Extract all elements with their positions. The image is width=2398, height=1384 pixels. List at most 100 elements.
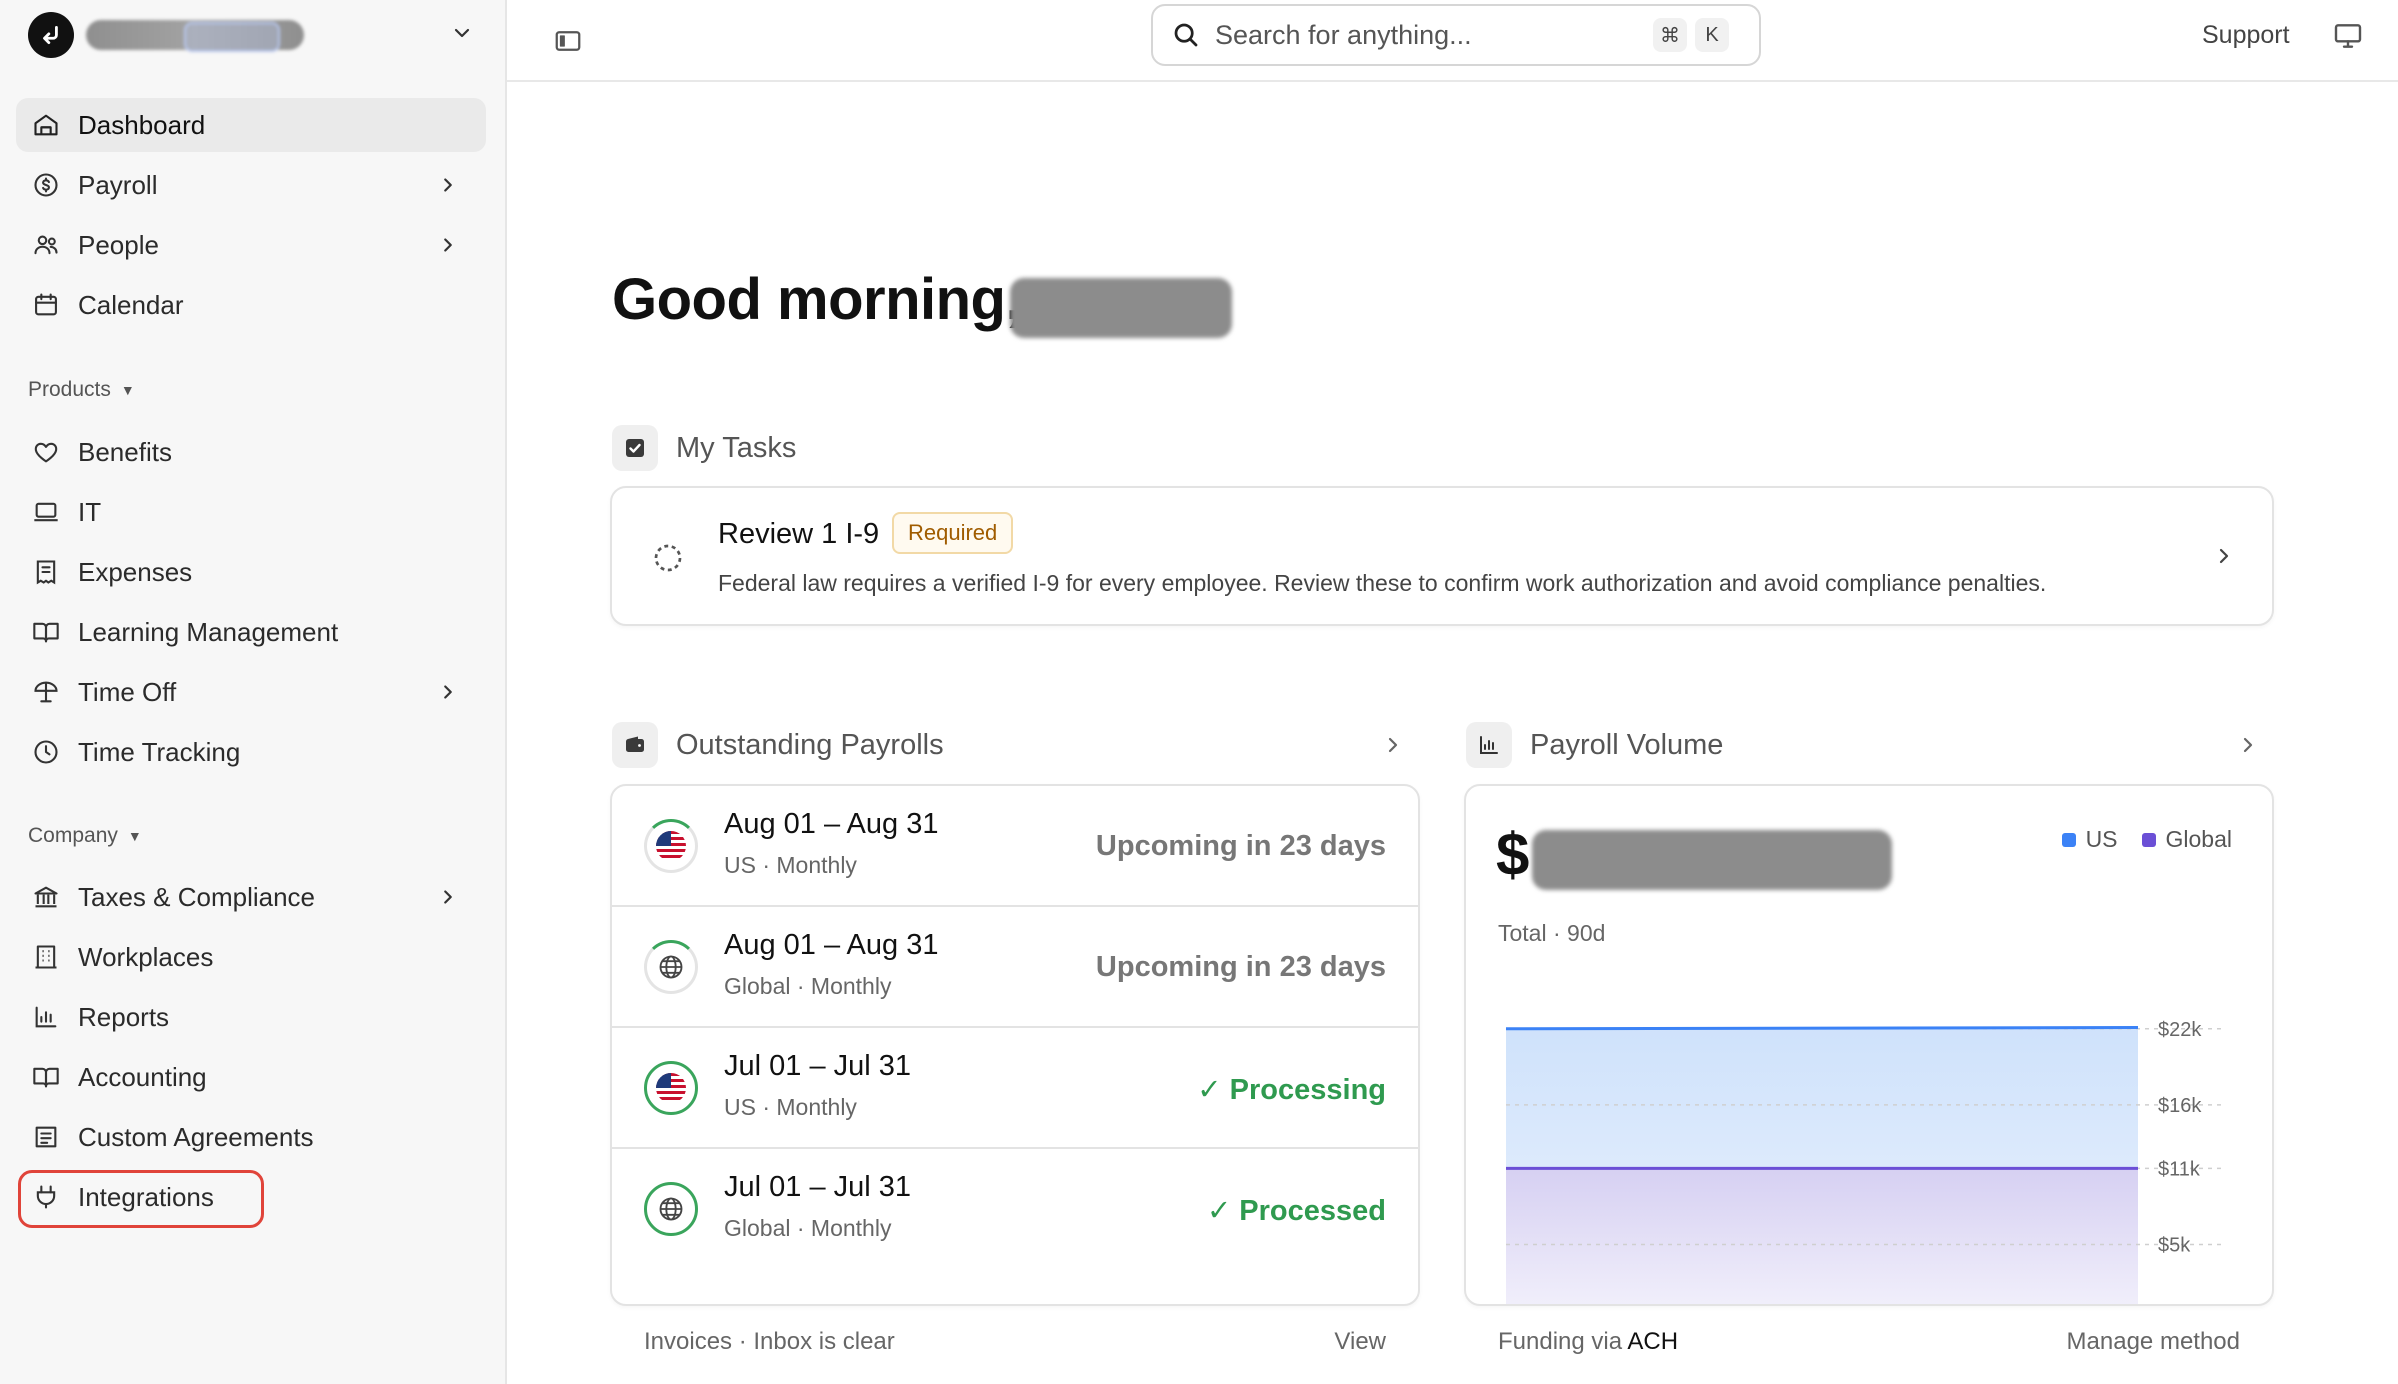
sidebar-item-time-off[interactable]: Time Off <box>16 665 486 719</box>
sidebar-item-taxes-compliance[interactable]: Taxes & Compliance <box>16 870 486 924</box>
checkbox-icon <box>612 425 658 471</box>
sidebar-item-time-tracking[interactable]: Time Tracking <box>16 725 486 779</box>
chevron-right-icon <box>434 678 462 706</box>
company-section-toggle[interactable]: Company ▼ <box>28 824 142 848</box>
org-logo <box>28 12 74 58</box>
receipt-icon <box>30 556 62 588</box>
payroll-row[interactable]: Aug 01 – Aug 31 Global · Monthly Upcomin… <box>612 907 1418 1028</box>
wallet-icon <box>612 722 658 768</box>
chevron-right-icon <box>434 883 462 911</box>
funding-method: Funding via ACH <box>1498 1328 1678 1356</box>
sidebar-item-label: Time Off <box>78 676 177 707</box>
sidebar-item-integrations[interactable]: Integrations <box>16 1170 486 1224</box>
legend-label: US <box>2085 826 2118 852</box>
payroll-period: Jul 01 – Jul 31 <box>724 1050 912 1082</box>
sidebar-item-reports[interactable]: Reports <box>16 990 486 1044</box>
sidebar-item-learning-management[interactable]: Learning Management <box>16 605 486 659</box>
sidebar-item-calendar[interactable]: Calendar <box>16 278 486 332</box>
chart-y-tick-label: $22k <box>2158 1019 2202 1041</box>
chart-area-global <box>1506 1168 2138 1304</box>
sidebar-item-accounting[interactable]: Accounting <box>16 1050 486 1104</box>
sidebar-item-label: Accounting <box>78 1061 207 1092</box>
payroll-status: ✓ Processing <box>1197 1074 1386 1106</box>
building-icon <box>30 941 62 973</box>
org-switcher[interactable] <box>28 12 478 58</box>
chevron-right-icon[interactable] <box>2234 731 2262 759</box>
caret-down-icon: ▼ <box>127 828 142 844</box>
caret-down-icon: ▼ <box>120 382 135 398</box>
payroll-status: ✓ Processed <box>1206 1195 1386 1227</box>
payroll-status: Upcoming in 23 days <box>1095 830 1386 862</box>
payroll-volume-header[interactable]: Payroll Volume <box>1466 722 1723 768</box>
page-title: Good morning, <box>612 267 1022 332</box>
sidebar-item-label: Dashboard <box>78 109 206 140</box>
sidebar-item-label: Expenses <box>78 556 193 587</box>
volume-currency: $ <box>1496 821 1530 888</box>
globe-icon <box>644 940 698 994</box>
globe-icon <box>644 1182 698 1236</box>
chevron-right-icon <box>434 231 462 259</box>
sidebar-toggle-button[interactable] <box>547 20 589 62</box>
user-name-redacted <box>1010 278 1232 338</box>
payroll-status: Upcoming in 23 days <box>1095 951 1386 983</box>
bar-chart-icon <box>1466 722 1512 768</box>
products-section-toggle[interactable]: Products ▼ <box>28 378 135 402</box>
sidebar-item-label: Reports <box>78 1001 170 1032</box>
chevron-right-icon <box>2210 542 2238 570</box>
sidebar-item-label: People <box>78 229 159 260</box>
task-description: Federal law requires a verified I-9 for … <box>718 570 2047 596</box>
section-label: Company <box>28 824 118 847</box>
legend-swatch <box>2061 832 2076 847</box>
calendar-icon <box>30 289 62 321</box>
manage-method-link[interactable]: Manage method <box>2040 1328 2240 1356</box>
sidebar-item-benefits[interactable]: Benefits <box>16 425 486 479</box>
payroll-row[interactable]: Jul 01 – Jul 31 US · Monthly ✓ Processin… <box>612 1028 1418 1149</box>
us-flag-icon <box>644 1061 698 1115</box>
payroll-volume-card: $ Total · 90d US Global $22k $16k $11k $5k <box>1464 784 2274 1306</box>
my-tasks-header: My Tasks <box>612 425 796 471</box>
umbrella-icon <box>30 676 62 708</box>
task-card[interactable]: Review 1 I-9 Required Federal law requir… <box>610 486 2274 626</box>
sidebar-item-custom-agreements[interactable]: Custom Agreements <box>16 1110 486 1164</box>
chart-y-tick-label: $11k <box>2158 1158 2201 1180</box>
sidebar-item-label: Integrations <box>78 1181 214 1212</box>
outstanding-payrolls-header[interactable]: Outstanding Payrolls <box>612 722 944 768</box>
bank-icon <box>30 881 62 913</box>
sidebar-item-people[interactable]: People <box>16 218 486 272</box>
view-invoices-link[interactable]: View <box>1320 1328 1386 1356</box>
search-bar[interactable]: ⌘ K <box>1151 4 1761 66</box>
top-bar: ⌘ K Support <box>507 0 2398 82</box>
section-title: Payroll Volume <box>1530 728 1724 761</box>
payroll-type: US · Monthly <box>724 1094 857 1120</box>
dashboard-icon <box>30 109 62 141</box>
sidebar-item-it[interactable]: IT <box>16 485 486 539</box>
sidebar-item-label: Calendar <box>78 289 184 320</box>
dollar-circle-icon <box>30 169 62 201</box>
bar-chart-icon <box>30 1001 62 1033</box>
sidebar-item-dashboard[interactable]: Dashboard <box>16 98 486 152</box>
sidebar-item-label: Custom Agreements <box>78 1121 314 1152</box>
org-name-redacted <box>86 20 304 52</box>
task-title: Review 1 I-9 <box>718 518 880 550</box>
monitor-icon[interactable] <box>2332 20 2368 56</box>
sidebar-item-label: Payroll <box>78 169 158 200</box>
sidebar-item-workplaces[interactable]: Workplaces <box>16 930 486 984</box>
search-input[interactable] <box>1215 19 1645 51</box>
sidebar-item-expenses[interactable]: Expenses <box>16 545 486 599</box>
payroll-row[interactable]: Aug 01 – Aug 31 US · Monthly Upcoming in… <box>612 786 1418 907</box>
volume-amount-redacted <box>1532 830 1892 890</box>
legend-item-global: Global <box>2141 826 2232 853</box>
support-link[interactable]: Support <box>2202 21 2290 50</box>
us-flag-icon <box>644 819 698 873</box>
chart-line-us <box>1505 1026 2139 1031</box>
payroll-type: US · Monthly <box>724 852 857 878</box>
chevron-down-icon[interactable] <box>450 21 474 50</box>
chevron-right-icon[interactable] <box>1379 731 1407 759</box>
section-title: Outstanding Payrolls <box>676 728 944 761</box>
sidebar-item-payroll[interactable]: Payroll <box>16 158 486 212</box>
volume-subtitle: Total · 90d <box>1498 920 1606 946</box>
shortcut-key-k: K <box>1695 18 1729 52</box>
legend-swatch <box>2141 832 2156 847</box>
payroll-row[interactable]: Jul 01 – Jul 31 Global · Monthly ✓ Proce… <box>612 1149 1418 1270</box>
required-badge: Required <box>892 512 1014 554</box>
